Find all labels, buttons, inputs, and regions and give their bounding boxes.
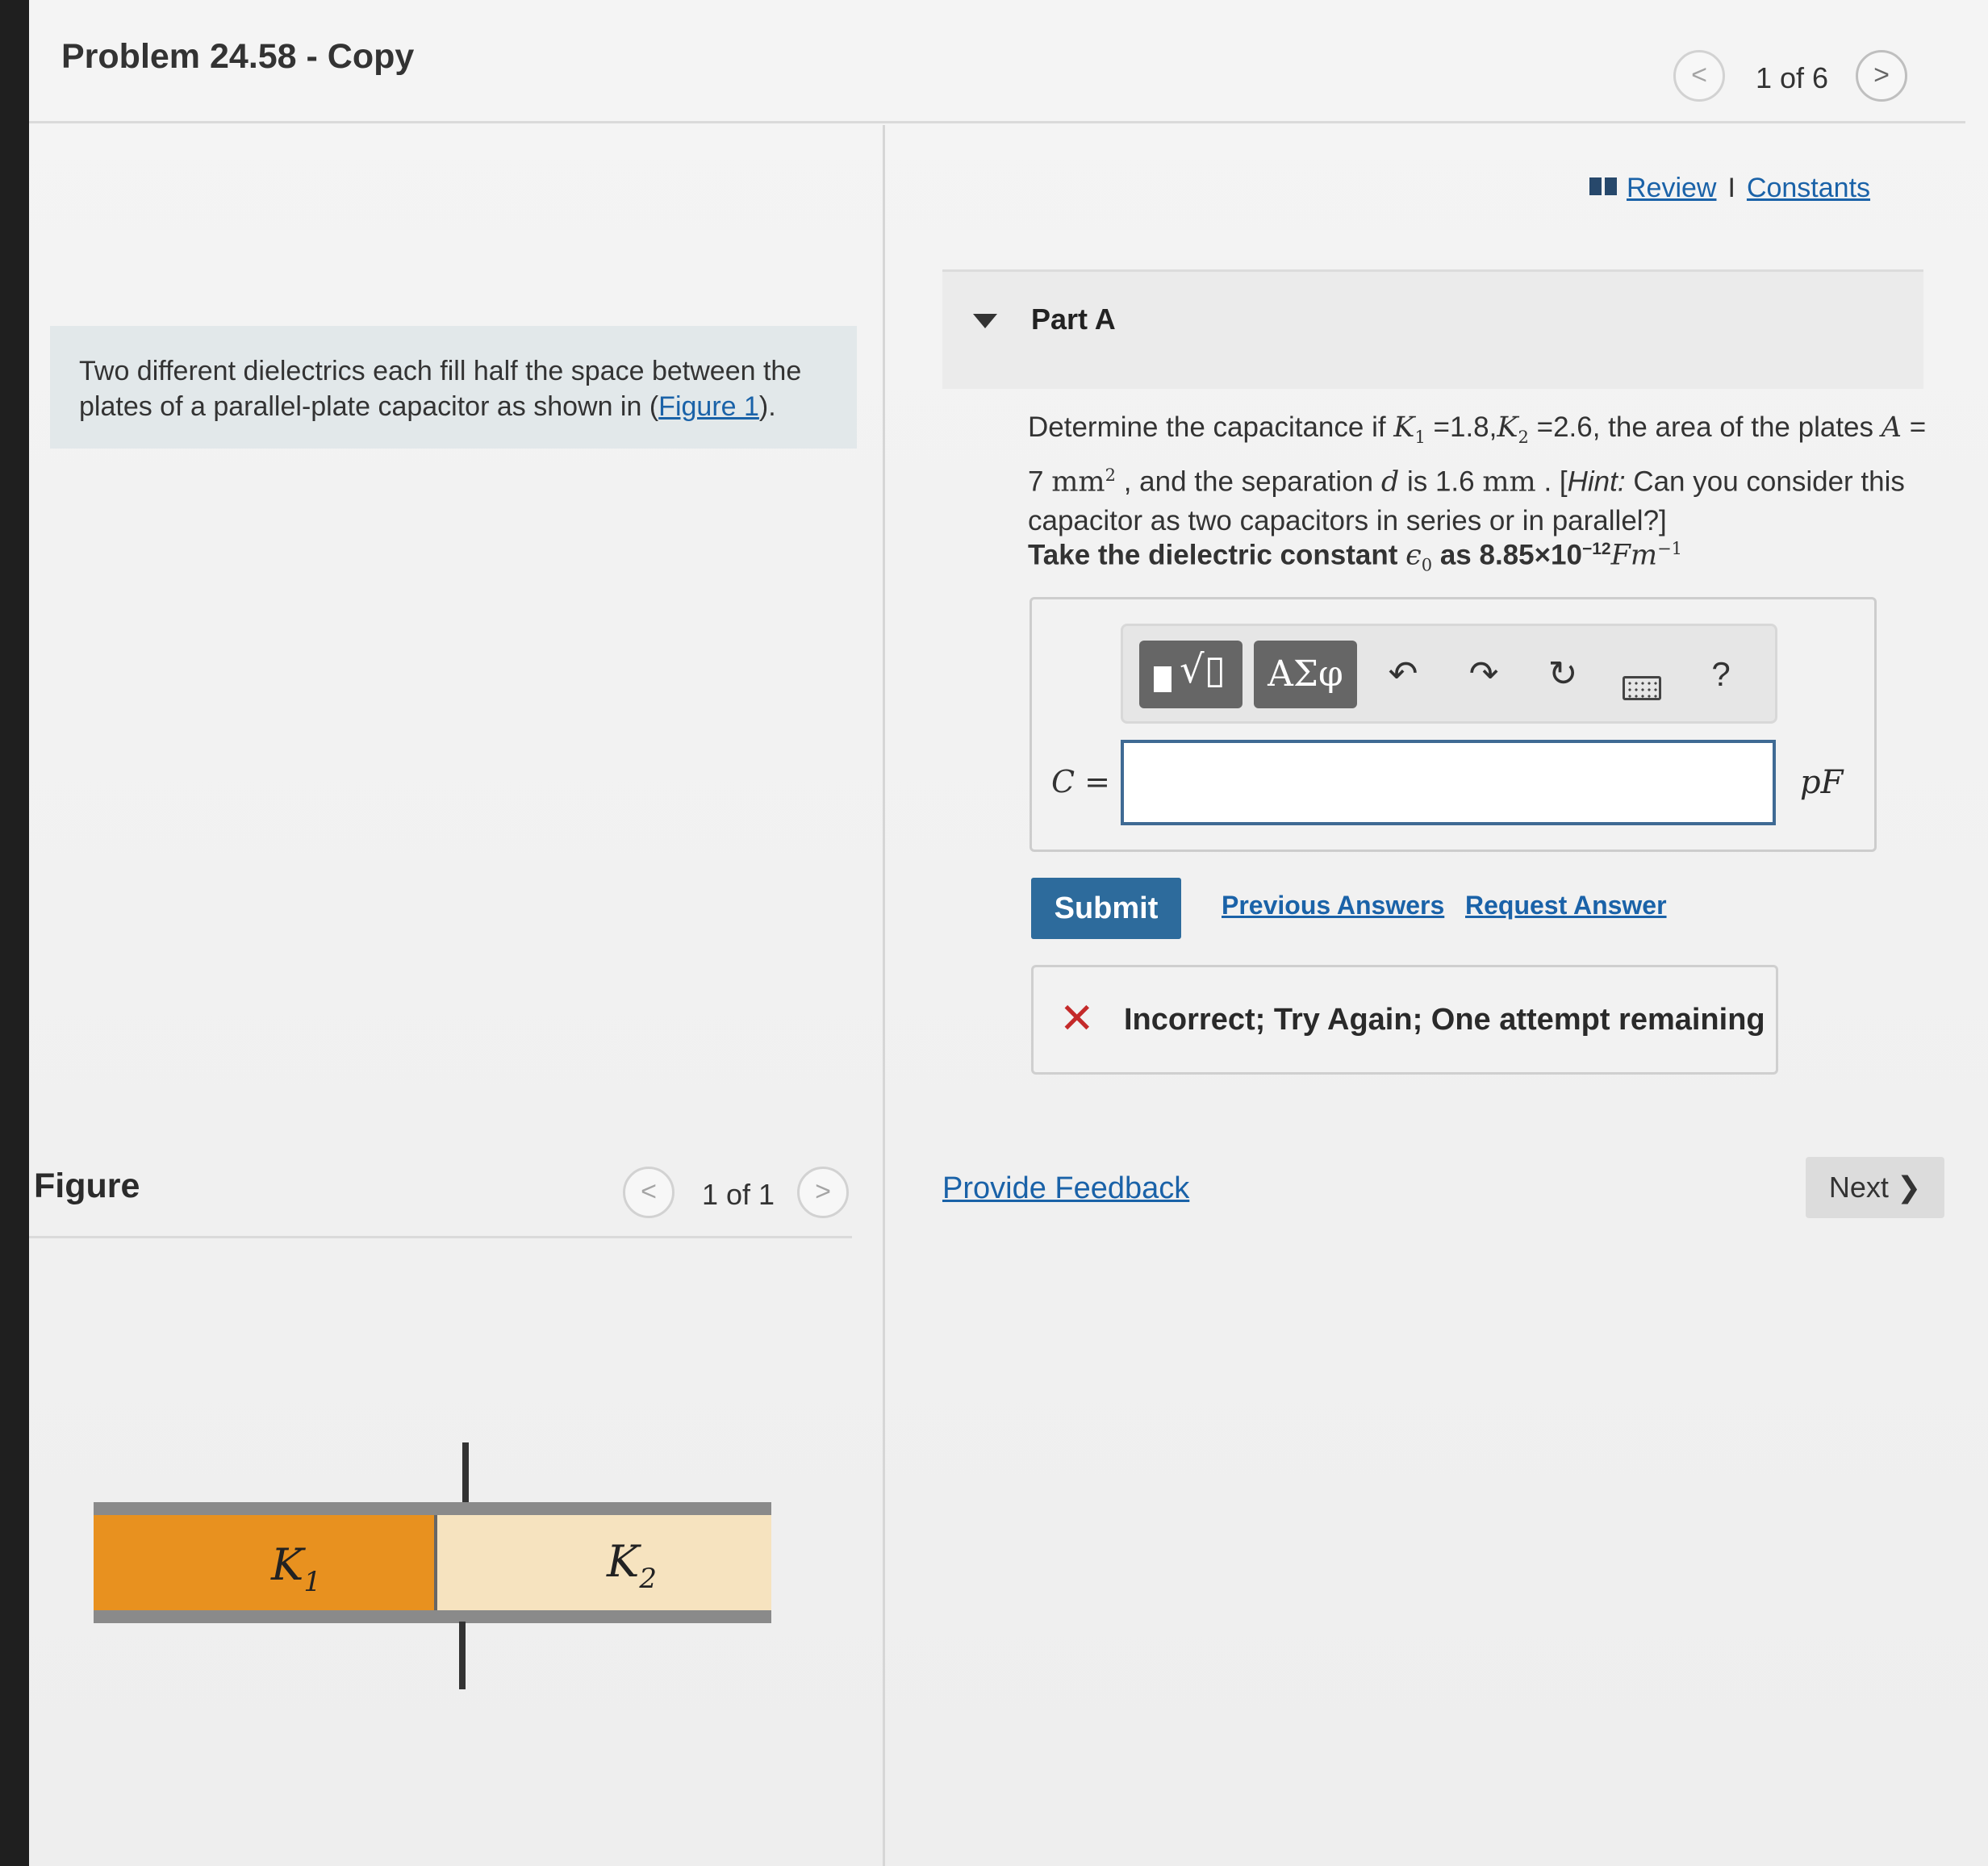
dielectric-k2-region <box>436 1515 771 1610</box>
constants-link[interactable]: Constants <box>1747 173 1870 203</box>
chevron-left-icon: < <box>1691 60 1707 90</box>
chevron-right-icon: ❯ <box>1896 1171 1922 1204</box>
incorrect-icon: ✕ <box>1059 996 1095 1042</box>
browser-viewport: Problem 24.58 - Copy < 1 of 6 > Two diff… <box>29 0 1988 1866</box>
k2-label-subscript: 2 <box>638 1563 657 1595</box>
d-symbol: d <box>1380 465 1400 499</box>
k2-symbol: K <box>1497 411 1518 444</box>
epsilon-subscript: 0 <box>1421 555 1433 575</box>
d-unit: mm <box>1482 465 1536 499</box>
dielectric-boundary <box>434 1515 437 1610</box>
submit-button[interactable]: Submit <box>1031 878 1181 939</box>
previous-answers-link[interactable]: Previous Answers <box>1222 891 1444 920</box>
capacitor-bottom-wire <box>459 1622 466 1689</box>
area-symbol: A <box>1881 411 1902 444</box>
figure-next-button[interactable]: > <box>797 1167 849 1218</box>
problem-title: Problem 24.58 - Copy <box>61 37 415 76</box>
next-problem-button[interactable]: > <box>1856 50 1907 102</box>
capacitor-top-plate <box>94 1502 771 1515</box>
k2-subscript: 2 <box>1518 428 1529 447</box>
capacitor-top-wire <box>462 1442 469 1507</box>
reset-icon[interactable]: ↻ <box>1535 641 1591 708</box>
area-exponent: 2 <box>1105 465 1116 485</box>
dielectric-k1-region <box>94 1515 436 1610</box>
hint-label: Hint: <box>1567 465 1626 498</box>
k1-subscript: 1 <box>1414 428 1426 447</box>
chevron-right-icon: > <box>815 1176 831 1207</box>
figure-heading: Figure <box>34 1167 140 1205</box>
templates-button[interactable]: √▯ <box>1139 641 1242 708</box>
next-label: Next <box>1828 1171 1889 1204</box>
keyboard-icon[interactable] <box>1614 641 1670 708</box>
k1-label-subscript: 1 <box>303 1566 321 1598</box>
help-icon[interactable]: ? <box>1693 641 1749 708</box>
request-answer-link[interactable]: Request Answer <box>1465 891 1667 920</box>
problem-intro: Two different dielectrics each fill half… <box>50 326 857 449</box>
dielectric-constant-note: Take the dielectric constant ϵ0 as 8.85×… <box>1028 539 1682 575</box>
provide-feedback-link[interactable]: Provide Feedback <box>942 1171 1189 1206</box>
const-value: as 8.85×10 <box>1432 539 1582 571</box>
area-unit: mm <box>1051 465 1105 499</box>
question-fragment: . [ <box>1535 465 1568 498</box>
redo-icon[interactable]: ↷ <box>1456 641 1512 708</box>
previous-problem-button[interactable]: < <box>1673 50 1725 102</box>
figure-link[interactable]: Figure 1 <box>658 391 759 422</box>
k1-symbol: K <box>1393 411 1415 444</box>
figure-previous-button[interactable]: < <box>623 1167 674 1218</box>
answer-input[interactable] <box>1121 740 1776 825</box>
d-value: is 1.6 <box>1399 465 1483 498</box>
math-toolbar: √▯ ΑΣφ ↶ ↷ ↻ ? <box>1121 624 1777 724</box>
intro-text: Two different dielectrics each fill half… <box>79 353 846 424</box>
answer-unit: pF <box>1800 764 1844 801</box>
part-title: Part A <box>1031 303 1116 336</box>
k2-label-symbol: K <box>606 1536 641 1587</box>
book-icon <box>1589 177 1617 196</box>
review-link[interactable]: Review <box>1627 173 1716 203</box>
greek-symbols-button[interactable]: ΑΣφ <box>1254 641 1357 708</box>
figure-counter: 1 of 1 <box>702 1178 775 1211</box>
resources-links: Review I Constants <box>1589 173 1870 204</box>
answer-container: √▯ ΑΣφ ↶ ↷ ↻ ? C = pF <box>1030 597 1877 852</box>
k1-value: =1.8, <box>1425 411 1497 443</box>
answer-variable-label: C = <box>1051 764 1110 799</box>
link-separator: I <box>1727 173 1735 203</box>
epsilon-symbol: ϵ <box>1405 539 1422 572</box>
const-text: Take the dielectric constant <box>1028 539 1406 571</box>
figure-divider <box>29 1236 852 1238</box>
chevron-left-icon: < <box>641 1176 657 1207</box>
template-block-icon <box>1154 666 1172 692</box>
question-text: Determine the capacitance if K1 =1.8,K2 … <box>1028 408 1948 540</box>
undo-icon[interactable]: ↶ <box>1375 641 1431 708</box>
k2-value: =2.6, the area of the plates <box>1528 411 1881 443</box>
intro-text-part: ). <box>758 391 776 422</box>
problem-counter: 1 of 6 <box>1756 61 1829 94</box>
const-exponent: −12 <box>1581 540 1611 558</box>
header-divider <box>29 121 1965 123</box>
question-fragment: , and the separation <box>1115 465 1381 498</box>
feedback-message: ✕ Incorrect; Try Again; One attempt rema… <box>1031 965 1778 1075</box>
const-unit: Fm <box>1610 539 1658 572</box>
k1-label-symbol: K <box>270 1539 306 1590</box>
const-unit-exponent: −1 <box>1657 539 1683 558</box>
feedback-text: Incorrect; Try Again; One attempt remain… <box>1124 1003 1765 1037</box>
next-button[interactable]: Next ❯ <box>1806 1157 1944 1218</box>
chevron-right-icon: > <box>1873 60 1890 90</box>
column-divider <box>883 125 885 1866</box>
caret-down-icon[interactable] <box>973 314 997 328</box>
part-a-header[interactable]: Part A <box>942 269 1923 389</box>
radical-icon: √▯ <box>1180 647 1226 692</box>
question-fragment: Determine the capacitance if <box>1028 411 1394 443</box>
capacitor-bottom-plate <box>94 1610 771 1623</box>
capacitor-diagram: K1 K2 <box>94 1442 771 1689</box>
